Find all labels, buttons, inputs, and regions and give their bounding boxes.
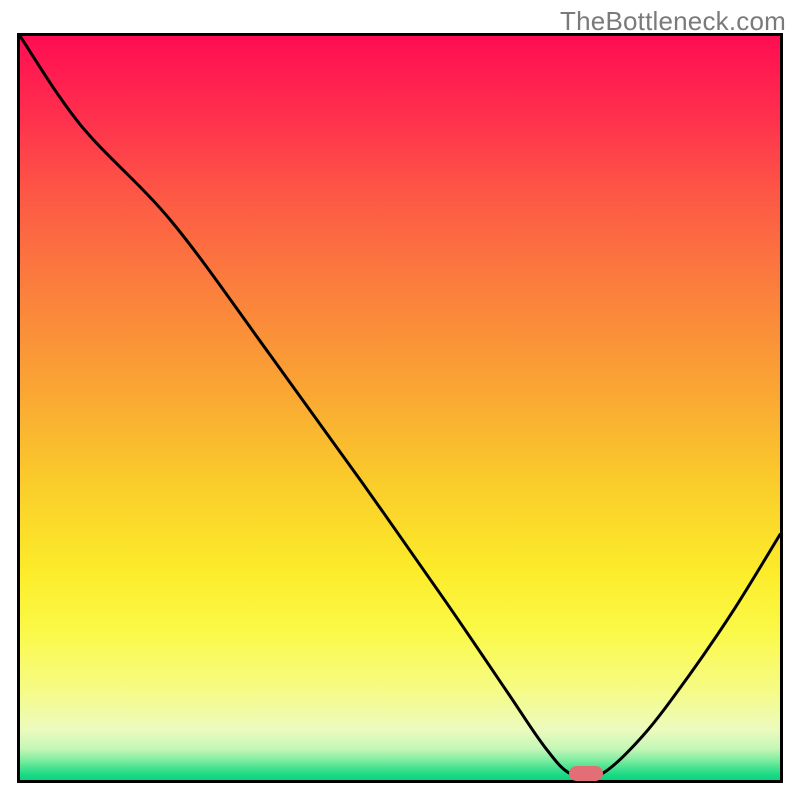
chart-background xyxy=(20,36,780,780)
chart-plot xyxy=(20,36,780,780)
optimal-indicator xyxy=(569,766,603,781)
chart-frame: TheBottleneck.com xyxy=(0,0,800,800)
